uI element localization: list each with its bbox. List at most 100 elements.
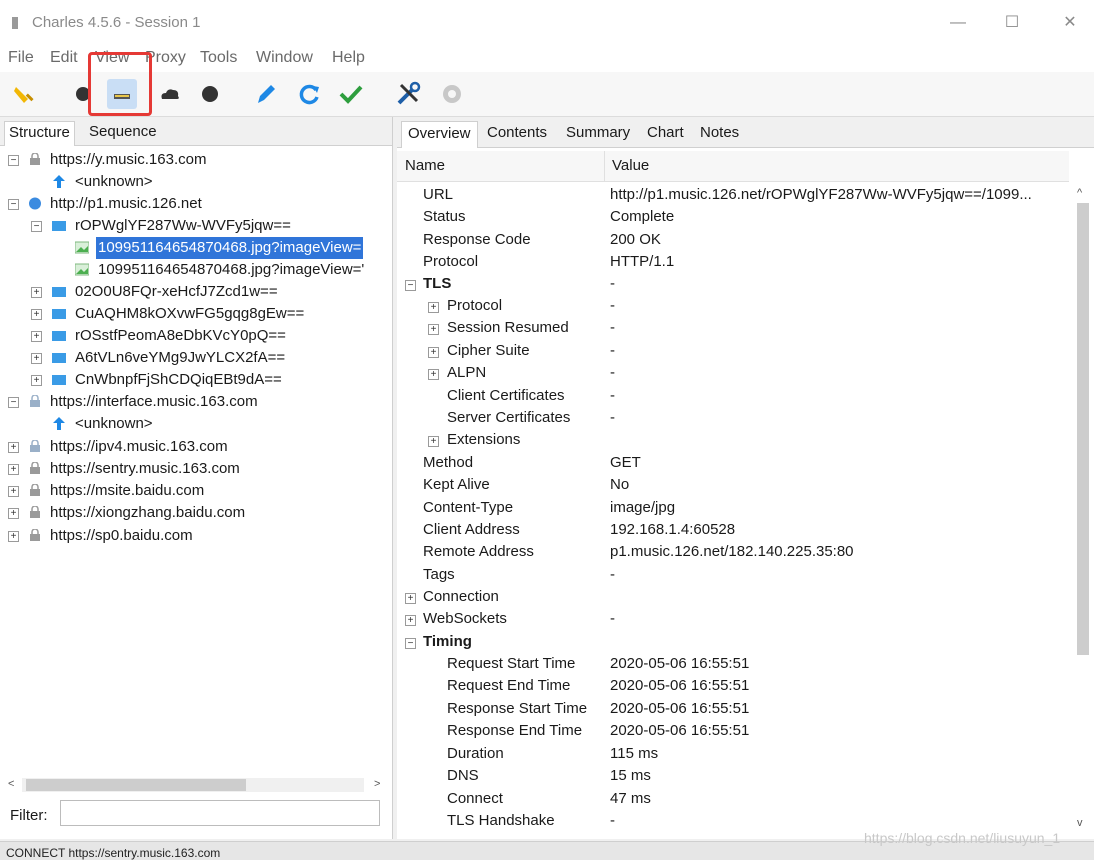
tree-node-file-selected[interactable]: 109951164654870468.jpg?imageView=	[0, 237, 390, 259]
expand-toggle-icon[interactable]: +	[8, 531, 19, 542]
minimize-button[interactable]: —	[946, 12, 970, 34]
row-value: 15 ms	[610, 767, 651, 784]
tab-sequence[interactable]: Sequence	[85, 121, 161, 145]
globe-icon	[29, 197, 41, 210]
expand-toggle-icon[interactable]: +	[8, 508, 19, 519]
menu-tools[interactable]: Tools	[200, 49, 237, 67]
broom-icon[interactable]	[10, 79, 40, 109]
row-name: Response End Time	[447, 722, 583, 739]
expand-toggle-icon[interactable]: +	[31, 331, 42, 342]
section-timing[interactable]: Timing	[423, 631, 472, 653]
tree-node-folder[interactable]: + 02O0U8FQr-xeHcfJ7Zcd1w==	[0, 281, 390, 303]
row-name: Client Address	[423, 521, 520, 538]
column-header-name[interactable]: Name	[405, 157, 445, 174]
collapse-toggle-icon[interactable]: −	[31, 221, 42, 232]
tree-node-host[interactable]: + https://sp0.baidu.com	[0, 525, 390, 547]
row-name: Remote Address	[423, 543, 534, 560]
lock-icon	[30, 462, 40, 474]
expand-toggle-icon[interactable]: +	[31, 287, 42, 298]
tab-notes[interactable]: Notes	[694, 121, 745, 147]
menu-window[interactable]: Window	[256, 49, 313, 67]
expand-toggle-icon[interactable]: +	[428, 302, 439, 313]
scroll-down-icon[interactable]: v	[1077, 817, 1083, 829]
menu-help[interactable]: Help	[332, 49, 365, 67]
folder-icon	[52, 287, 66, 297]
row-value: 192.168.1.4:60528	[610, 521, 736, 538]
expand-toggle-icon[interactable]: +	[8, 486, 19, 497]
breakpoint-icon[interactable]	[195, 79, 225, 109]
tab-summary[interactable]: Summary	[560, 121, 636, 147]
tree-node-unknown[interactable]: <unknown>	[0, 413, 390, 435]
vertical-scrollbar[interactable]: ^ v	[1073, 187, 1091, 833]
tree-node-folder[interactable]: + rOSstfPeomA8eDbKVcY0pQ==	[0, 325, 390, 347]
tree-node-host[interactable]: + https://ipv4.music.163.com	[0, 436, 390, 458]
tree-node-host[interactable]: + https://msite.baidu.com	[0, 480, 390, 502]
expand-toggle-icon[interactable]: +	[405, 615, 416, 626]
row-name: URL	[423, 186, 454, 203]
row-value: 115 ms	[610, 745, 659, 762]
row-value: image/jpg	[610, 499, 676, 516]
scroll-up-icon[interactable]: ^	[1077, 187, 1082, 199]
scroll-thumb[interactable]	[1077, 203, 1089, 655]
tree-node-host[interactable]: + https://sentry.music.163.com	[0, 458, 390, 480]
tab-chart[interactable]: Chart	[641, 121, 690, 147]
menu-file[interactable]: File	[8, 49, 34, 67]
expand-toggle-icon[interactable]: +	[31, 309, 42, 320]
section-tls[interactable]: TLS	[423, 273, 451, 295]
tab-structure[interactable]: Structure	[4, 121, 75, 146]
image-file-icon	[75, 263, 89, 276]
scroll-thumb[interactable]	[26, 779, 246, 791]
tree-node-folder[interactable]: + A6tVLn6veYMg9JwYLCX2fA==	[0, 347, 390, 369]
horizontal-scrollbar[interactable]: < >	[4, 776, 384, 794]
row-value: -	[610, 409, 615, 426]
collapse-toggle-icon[interactable]: −	[8, 397, 19, 408]
row-value: 200 OK	[610, 231, 661, 248]
repeat-icon[interactable]	[294, 79, 324, 109]
expand-toggle-icon[interactable]: +	[405, 593, 416, 604]
folder-icon	[52, 331, 66, 341]
row-name: Kept Alive	[423, 476, 490, 493]
expand-toggle-icon[interactable]: +	[428, 347, 439, 358]
collapse-toggle-icon[interactable]: −	[8, 155, 19, 166]
tab-contents[interactable]: Contents	[481, 121, 553, 147]
expand-toggle-icon[interactable]: +	[8, 464, 19, 475]
scroll-right-icon[interactable]: >	[374, 778, 380, 790]
expand-toggle-icon[interactable]: +	[428, 324, 439, 335]
tree-node-folder[interactable]: + CuAQHM8kOXvwFG5gqg8gEw==	[0, 303, 390, 325]
row-name: Content-Type	[423, 499, 514, 516]
expand-toggle-icon[interactable]: +	[428, 436, 439, 447]
tree-node-folder[interactable]: − rOPWglYF287Ww-WVFy5jqw==	[0, 215, 390, 237]
tab-overview[interactable]: Overview	[401, 121, 478, 148]
collapse-toggle-icon[interactable]: −	[405, 280, 416, 291]
tools-icon[interactable]	[393, 79, 423, 109]
collapse-toggle-icon[interactable]: −	[8, 199, 19, 210]
left-tab-bar: Structure Sequence	[0, 117, 392, 146]
expand-toggle-icon[interactable]: +	[31, 375, 42, 386]
validate-check-icon[interactable]	[336, 79, 366, 109]
tree-node-host[interactable]: − https://y.music.163.com	[0, 149, 390, 171]
collapse-toggle-icon[interactable]: −	[405, 638, 416, 649]
tree-node-folder[interactable]: + CnWbnpfFjShCDQiqEBt9dA==	[0, 369, 390, 391]
tree-node-host[interactable]: + https://xiongzhang.baidu.com	[0, 502, 390, 524]
cloud-icon[interactable]	[155, 79, 185, 109]
expand-toggle-icon[interactable]: +	[8, 442, 19, 453]
expand-toggle-icon[interactable]: +	[428, 369, 439, 380]
menu-edit[interactable]: Edit	[50, 49, 78, 67]
tree-node-file[interactable]: 109951164654870468.jpg?imageView='	[0, 259, 390, 281]
expand-toggle-icon[interactable]: +	[31, 353, 42, 364]
maximize-button[interactable]: ☐	[1000, 12, 1024, 34]
filter-input[interactable]	[60, 800, 380, 826]
folder-icon	[52, 375, 66, 385]
scroll-left-icon[interactable]: <	[8, 778, 14, 790]
lock-icon	[30, 506, 40, 518]
row-name: Server Certificates	[447, 409, 571, 426]
close-button[interactable]: ✕	[1058, 12, 1082, 34]
folder-icon	[52, 221, 66, 231]
settings-gear-icon[interactable]	[437, 79, 467, 109]
tree-node-host[interactable]: − http://p1.music.126.net	[0, 193, 390, 215]
tree-node-host[interactable]: − https://interface.music.163.com	[0, 391, 390, 413]
row-name: Connection	[423, 588, 499, 605]
tree-node-unknown[interactable]: <unknown>	[0, 171, 390, 193]
column-header-value[interactable]: Value	[612, 157, 649, 174]
compose-pen-icon[interactable]	[250, 79, 280, 109]
